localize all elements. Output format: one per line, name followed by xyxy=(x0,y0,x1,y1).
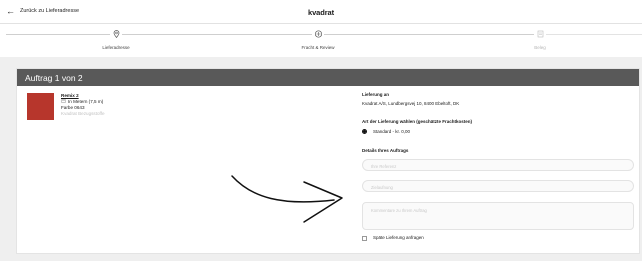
product-swatch xyxy=(27,93,54,120)
step-line xyxy=(122,34,312,35)
step-line xyxy=(546,34,642,35)
delivery-method-heading: Art der Lieferung wählen (geschätzte Fra… xyxy=(362,119,473,124)
brand-logo: kvadrat xyxy=(308,8,334,17)
reference-input[interactable]: Ihre Referenz xyxy=(362,159,634,171)
step-line xyxy=(6,34,110,35)
delivery-method-radio[interactable] xyxy=(362,129,367,134)
delivery-heading: Lieferung an xyxy=(362,92,390,97)
step-label-fracht-review[interactable]: Fracht & Review xyxy=(301,45,334,50)
label-input[interactable]: Zielaufnung xyxy=(362,180,634,192)
delivery-method-label[interactable]: Standard - kr. 0,00 xyxy=(373,129,410,134)
comment-textarea[interactable]: Kommentare zu Ihrem Auftrag xyxy=(362,202,634,230)
location-icon xyxy=(111,29,121,39)
checkout-stepper: Lieferadresse Fracht & Review Beleg xyxy=(0,24,642,57)
order-title: Auftrag 1 von 2 xyxy=(17,69,639,86)
step-label-beleg: Beleg xyxy=(534,45,546,50)
annotation-arrow-icon xyxy=(231,175,343,223)
top-bar: ← Zurück zu Lieferadresse kvadrat xyxy=(0,0,642,24)
late-delivery-checkbox[interactable] xyxy=(362,236,367,241)
order-details-heading: Details Ihres Auftrags xyxy=(362,148,409,153)
late-delivery-label[interactable]: Späte Lieferung anfragen xyxy=(373,235,424,240)
product-category: Kvadrat Bezugsstoffe xyxy=(61,111,105,116)
delivery-address: Kvadrat A/S, Lundbergsvej 10, 8400 Ebelt… xyxy=(362,101,460,106)
step-label-lieferadresse[interactable]: Lieferadresse xyxy=(102,45,129,50)
product-info: Remix 2 In Metern (7,5 m) Farbe 0643 Kva… xyxy=(61,93,105,117)
receipt-icon xyxy=(535,29,545,39)
truck-icon xyxy=(313,29,323,39)
step-line xyxy=(324,34,534,35)
